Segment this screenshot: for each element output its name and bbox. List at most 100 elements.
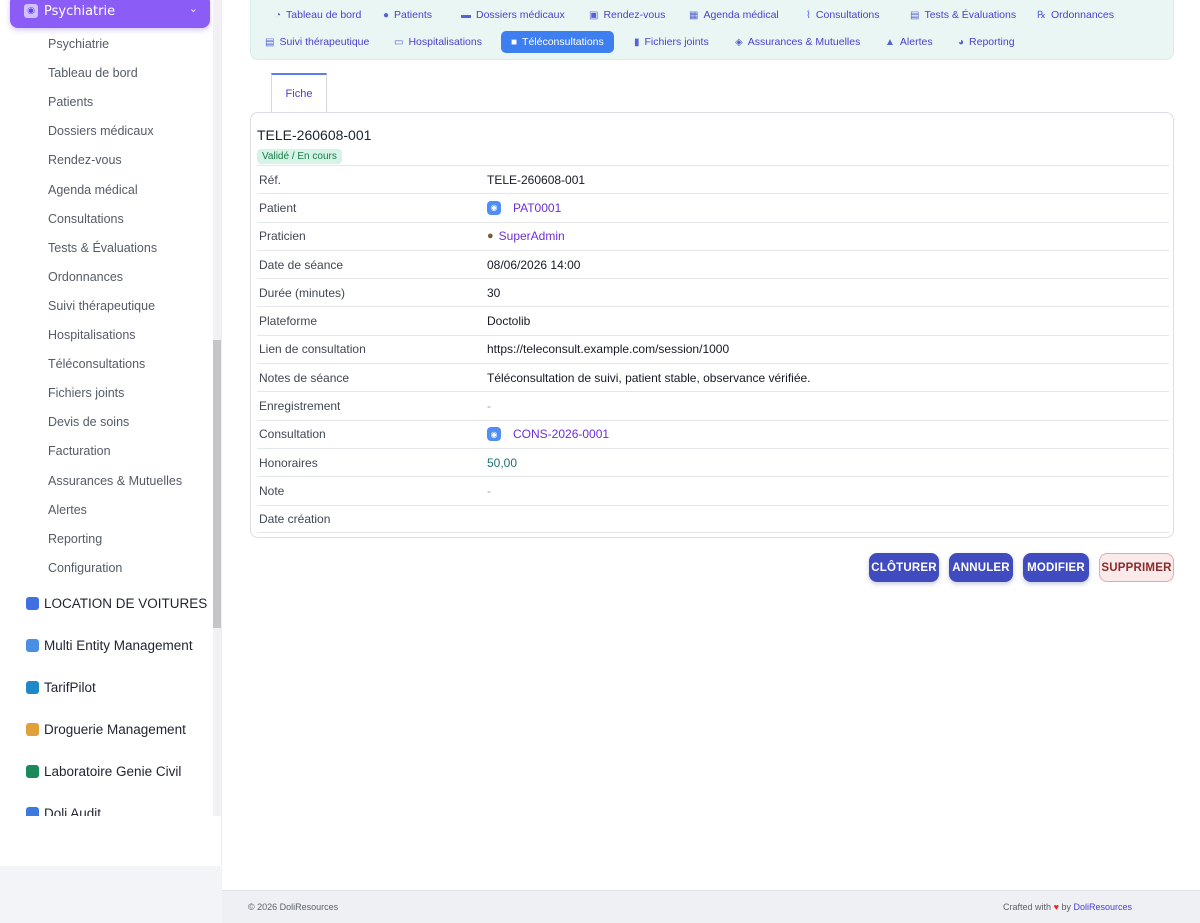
sidebar-module-3[interactable]: Droguerie Management xyxy=(26,722,186,737)
tab-label: Suivi thérapeutique xyxy=(279,36,370,48)
user-icon: ● xyxy=(383,9,390,21)
sidebar-item-12[interactable]: Fichiers joints xyxy=(48,386,124,400)
sidebar-module-label: Doli Audit xyxy=(44,806,102,816)
footer-brand-link[interactable]: DoliResources xyxy=(1073,902,1132,912)
field-label: Lien de consultation xyxy=(259,342,366,357)
sidebar-item-18[interactable]: Configuration xyxy=(48,561,122,575)
tab-6[interactable]: ▤ Tests & Évaluations xyxy=(900,4,1026,26)
sidebar-module-5[interactable]: Doli Audit xyxy=(26,806,101,816)
tab-10[interactable]: ■ Téléconsultations xyxy=(501,31,614,53)
sidebar-module-2[interactable]: TarifPilot xyxy=(26,680,96,695)
record-fields: Réf. TELE-260608-001 Patient ◉ PAT0001 Pratic… xyxy=(257,165,1169,533)
tab-fiche[interactable]: Fiche xyxy=(271,73,327,113)
tab-label: Tests & Évaluations xyxy=(924,9,1017,21)
field-value: Doctolib xyxy=(487,314,530,328)
tab-label: Consultations xyxy=(815,9,880,21)
shield-icon: ◈ xyxy=(735,36,743,48)
car-icon xyxy=(26,597,39,610)
sidebar-item-15[interactable]: Assurances & Mutuelles xyxy=(48,474,182,488)
warning-icon: ▲ xyxy=(885,36,895,48)
sidebar-item-1[interactable]: Tableau de bord xyxy=(48,66,138,80)
tab-5[interactable]: ⌇ Consultations xyxy=(796,4,890,26)
field-label: Durée (minutes) xyxy=(259,285,346,300)
patient-icon: ◉ xyxy=(487,200,501,215)
field-value[interactable]: ◉ CONS-2026-0001 xyxy=(487,427,609,442)
sidebar-item-17[interactable]: Reporting xyxy=(48,532,102,546)
sidebar-item-7[interactable]: Tests & Évaluations xyxy=(48,241,157,255)
sidebar-item-3[interactable]: Dossiers médicaux xyxy=(48,124,154,138)
field-value[interactable]: ● SuperAdmin xyxy=(487,229,565,243)
notes-icon: ▤ xyxy=(265,36,275,48)
chevron-down-icon[interactable]: ⌄ xyxy=(189,2,198,15)
field-label: Consultation xyxy=(259,427,326,442)
footer-by-text: by xyxy=(1061,902,1071,912)
sidebar-module-label: Laboratoire Genie Civil xyxy=(44,764,182,779)
tab-11[interactable]: ▮ Fichiers joints xyxy=(624,31,719,53)
tab-label: Reporting xyxy=(969,36,1015,48)
tab-14[interactable]: ◕ Reporting xyxy=(948,31,1025,53)
user-icon: ● xyxy=(487,230,494,243)
clipboard-icon: ▤ xyxy=(910,9,920,21)
sidebar-module-1[interactable]: Multi Entity Management xyxy=(26,638,193,653)
field-value: TELE-260608-001 xyxy=(487,173,585,187)
tab-12[interactable]: ◈ Assurances & Mutuelles xyxy=(725,31,870,53)
tab-9[interactable]: ▭ Hospitalisations xyxy=(384,31,492,53)
brain-icon: ◉ xyxy=(24,4,38,18)
field-value-text: 30 xyxy=(487,285,501,300)
tab-1[interactable]: ● Patients xyxy=(373,4,442,26)
tab-3[interactable]: ▣ Rendez-vous xyxy=(579,4,675,26)
field-label: Plateforme xyxy=(259,314,318,329)
tab-label: Ordonnances xyxy=(1050,9,1115,21)
field-row: Date création xyxy=(257,504,1169,533)
tab-label: Fichiers joints xyxy=(644,36,709,48)
sidebar: ◉ Psychiatrie ⌄ Psychiatrie Tableau de bo… xyxy=(0,0,222,866)
sidebar-item-16[interactable]: Alertes xyxy=(48,503,87,517)
edit-button[interactable]: MODIFIER xyxy=(1023,553,1089,582)
sidebar-item-14[interactable]: Facturation xyxy=(48,444,111,458)
field-row: Consultation ◉ CONS-2026-0001 xyxy=(257,419,1169,448)
field-value-text: Téléconsultation de suivi, patient stabl… xyxy=(487,370,811,385)
consultation-icon: ◉ xyxy=(487,427,501,442)
calendar-check-icon: ▣ xyxy=(589,9,599,21)
tab-0[interactable]: ◔ Tableau de bord xyxy=(265,4,371,26)
sidebar-module-psychiatrie[interactable]: ◉ Psychiatrie ⌄ xyxy=(10,0,210,28)
sidebar-item-11[interactable]: Téléconsultations xyxy=(48,357,145,371)
prescription-icon: ℞ xyxy=(1037,9,1046,21)
close-button[interactable]: CLÔTURER xyxy=(869,553,939,582)
sidebar-item-6[interactable]: Consultations xyxy=(48,212,124,226)
module-tabs-bar: ◔ Tableau de bord ● Patients ▬ Dossiers médic… xyxy=(250,0,1174,60)
tab-13[interactable]: ▲ Alertes xyxy=(875,31,943,53)
field-value[interactable]: ◉ PAT0001 xyxy=(487,200,561,215)
field-row: Réf. TELE-260608-001 xyxy=(257,165,1169,193)
field-label: Praticien xyxy=(259,229,306,244)
tab-4[interactable]: ▦ Agenda médical xyxy=(679,4,789,26)
field-value: 08/06/2026 14:00 xyxy=(487,258,580,272)
field-label: Patient xyxy=(259,200,297,215)
field-value: 50,00 xyxy=(487,456,517,470)
sidebar-module-label: Psychiatrie xyxy=(44,3,116,19)
sidebar-item-13[interactable]: Devis de soins xyxy=(48,415,129,429)
sidebar-item-8[interactable]: Ordonnances xyxy=(48,270,123,284)
field-value: 30 xyxy=(487,286,500,300)
sidebar-item-4[interactable]: Rendez-vous xyxy=(48,153,122,167)
sidebar-scrollbar-thumb[interactable] xyxy=(213,340,221,628)
tab-7[interactable]: ℞ Ordonnances xyxy=(1027,4,1124,26)
sidebar-item-5[interactable]: Agenda médical xyxy=(48,183,138,197)
sidebar-item-10[interactable]: Hospitalisations xyxy=(48,328,136,342)
building-icon xyxy=(26,639,39,652)
record-title: TELE-260608-001 xyxy=(257,127,372,143)
tab-8[interactable]: ▤ Suivi thérapeutique xyxy=(255,31,379,53)
sidebar-module-0[interactable]: LOCATION DE VOITURES xyxy=(26,596,207,611)
sidebar-scroll-area: ◉ Psychiatrie ⌄ Psychiatrie Tableau de bo… xyxy=(0,0,212,816)
tab-label: Hospitalisations xyxy=(408,36,482,48)
field-row: Honoraires 50,00 xyxy=(257,447,1169,476)
sidebar-module-4[interactable]: Laboratoire Genie Civil xyxy=(26,764,181,779)
tab-2[interactable]: ▬ Dossiers médicaux xyxy=(451,4,575,26)
sidebar-item-2[interactable]: Patients xyxy=(48,95,93,109)
sidebar-item-0[interactable]: Psychiatrie xyxy=(48,37,109,51)
cancel-button[interactable]: ANNULER xyxy=(949,553,1013,582)
field-value-text: Doctolib xyxy=(487,314,531,329)
shop-icon xyxy=(26,723,39,736)
delete-button[interactable]: SUPPRIMER xyxy=(1099,553,1174,582)
sidebar-item-9[interactable]: Suivi thérapeutique xyxy=(48,299,155,313)
